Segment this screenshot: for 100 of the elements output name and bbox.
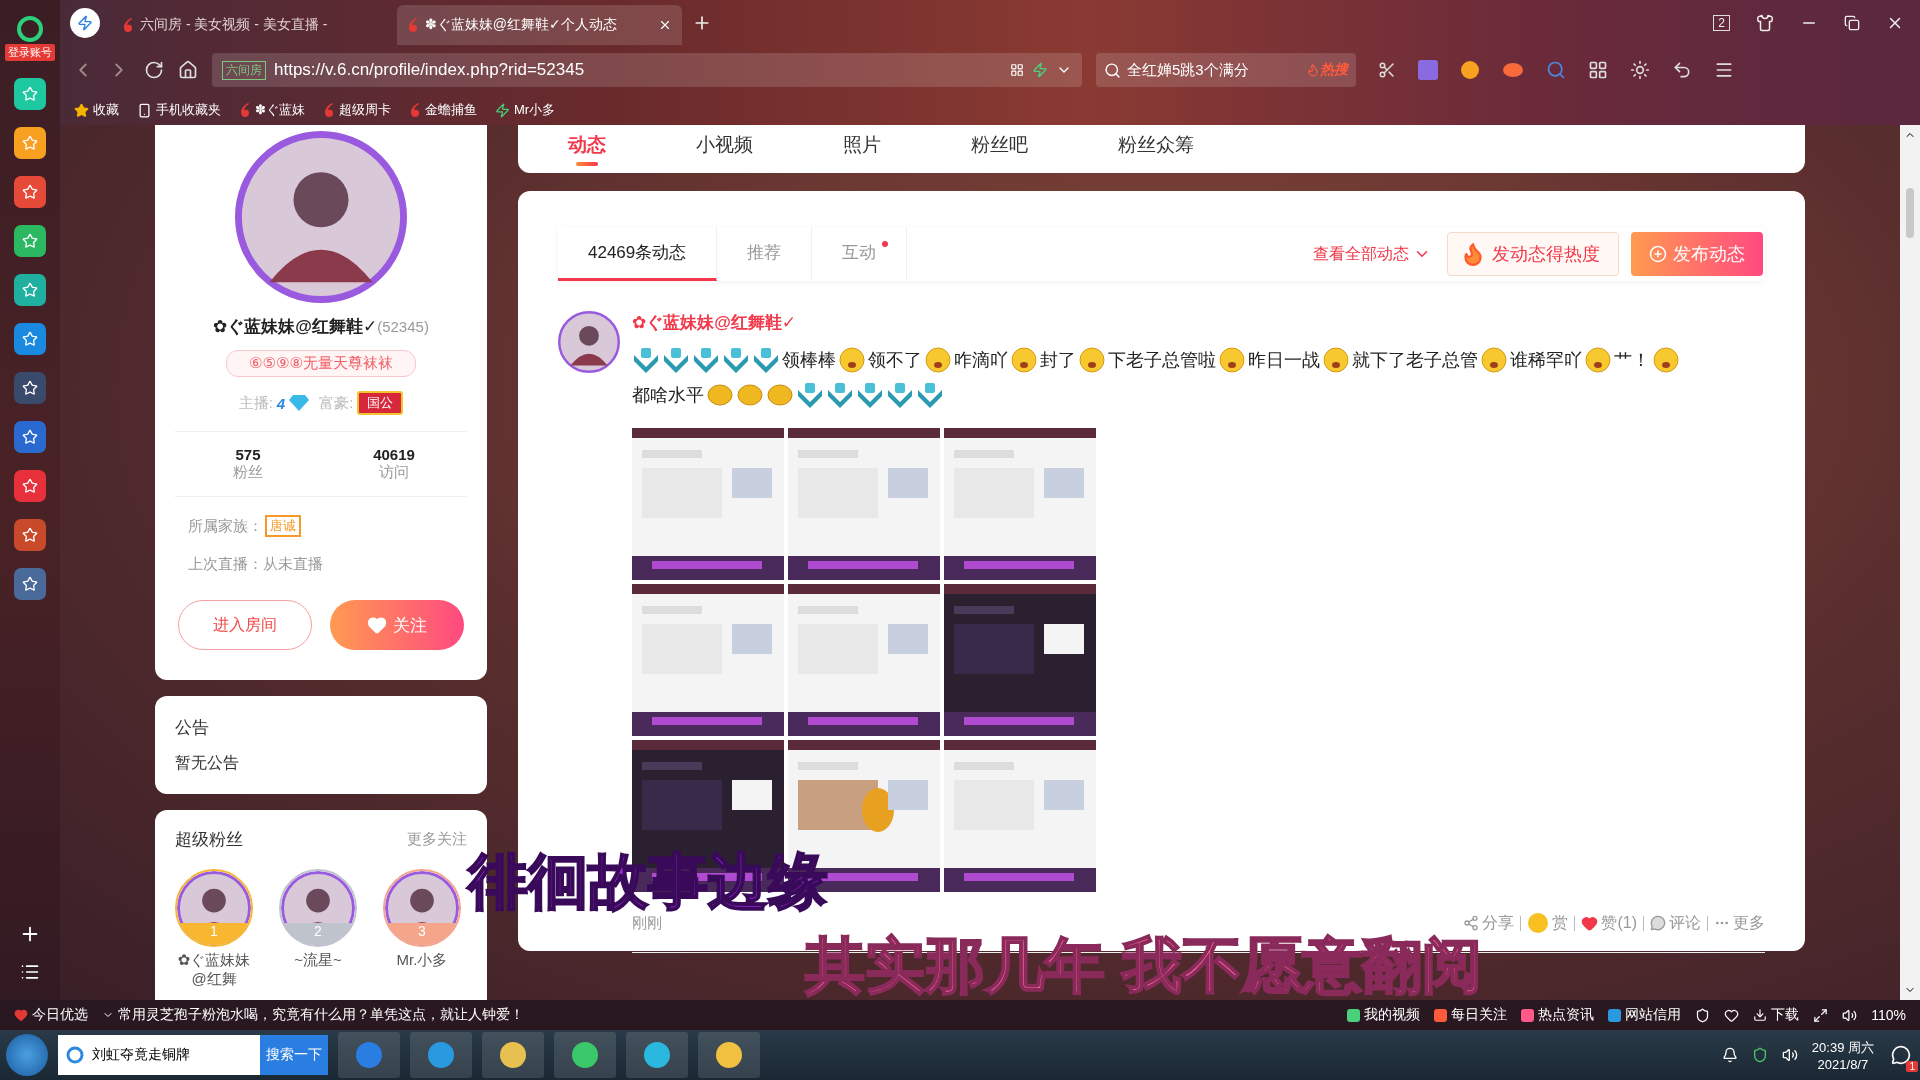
app-tile[interactable] xyxy=(14,78,46,110)
feed-tab[interactable]: 42469条动态 xyxy=(558,227,718,281)
lightning-icon[interactable] xyxy=(1032,62,1048,78)
enter-room-button[interactable]: 进入房间 xyxy=(178,600,312,650)
chevron-badge-icon xyxy=(632,347,660,373)
chevron-badge-icon xyxy=(692,347,720,373)
chevron-badge-icon xyxy=(826,382,854,408)
search-field[interactable]: 全红婵5跳3个满分 热搜 xyxy=(1096,53,1356,87)
stat-value: 40619 xyxy=(373,446,415,463)
zoom-level[interactable]: 110% xyxy=(1871,1007,1906,1023)
taskbar-app[interactable] xyxy=(410,1032,472,1078)
reload-icon[interactable] xyxy=(144,60,164,80)
view-all-link[interactable]: 查看全部动态 xyxy=(1313,243,1431,265)
notification-button[interactable]: 1 xyxy=(1888,1042,1914,1068)
plus-icon xyxy=(1649,245,1667,263)
super-fans-title: 超级粉丝 xyxy=(175,829,243,851)
search-icon[interactable] xyxy=(1546,60,1566,80)
browser-tab[interactable]: 六间房 - 美女视频 - 美女直播 - xyxy=(112,5,397,45)
app-tile[interactable] xyxy=(14,568,46,600)
star-icon xyxy=(22,184,38,200)
post-author[interactable]: ✿ぐ蓝妹妹@红舞鞋✓ xyxy=(632,311,1765,334)
app-tile[interactable] xyxy=(14,176,46,208)
status-item[interactable]: 网站信用 xyxy=(1608,1006,1682,1024)
app-tile[interactable] xyxy=(14,225,46,257)
app-tile[interactable] xyxy=(14,470,46,502)
fan-name[interactable]: ✿ぐ蓝妹妹@红舞 xyxy=(175,951,253,989)
author-avatar xyxy=(558,311,620,373)
heart-icon[interactable] xyxy=(1724,1007,1740,1023)
scroll-thumb[interactable] xyxy=(1906,187,1914,238)
app-tile[interactable] xyxy=(14,519,46,551)
close-icon[interactable] xyxy=(658,18,672,32)
status-item[interactable]: 每日关注 xyxy=(1434,1006,1508,1024)
clock[interactable]: 20:39 周六 2021/8/7 xyxy=(1811,1038,1874,1072)
restore-icon[interactable] xyxy=(1844,14,1860,31)
app-tile[interactable] xyxy=(14,323,46,355)
star-icon xyxy=(22,478,38,494)
status-item[interactable]: 我的视频 xyxy=(1347,1006,1421,1024)
bookmark[interactable]: 金蟾捕鱼 xyxy=(408,101,477,119)
undo-icon[interactable] xyxy=(1672,60,1692,80)
app-tile[interactable] xyxy=(14,127,46,159)
today-picks[interactable]: 今日优选 xyxy=(14,1006,88,1024)
fan-name[interactable]: Mr.小多 xyxy=(396,951,448,970)
star-icon xyxy=(22,576,38,592)
list-icon[interactable] xyxy=(20,962,40,982)
nav-tab[interactable]: 小视频 xyxy=(696,132,753,166)
laughing-face-icon xyxy=(1584,346,1612,374)
taskbar-app[interactable] xyxy=(554,1032,616,1078)
fullscreen-icon[interactable] xyxy=(1813,1007,1829,1023)
news-ticker[interactable]: 常用灵芝孢子粉泡水喝，究竟有什么用？单凭这点，就让人钟爱！ xyxy=(102,1006,524,1024)
notice-title: 公告 xyxy=(175,717,210,739)
bell-icon[interactable] xyxy=(1721,1047,1738,1063)
home-icon[interactable] xyxy=(178,60,198,80)
coin-icon xyxy=(1527,912,1550,934)
post-text: 艹！ xyxy=(1614,349,1650,372)
nav-tab[interactable]: 动态 xyxy=(568,132,606,166)
scissors-icon[interactable] xyxy=(1378,61,1396,79)
bookmark[interactable]: 手机收藏夹 xyxy=(137,101,221,119)
post-text: 下老子总管啦 xyxy=(1108,349,1216,372)
app-tile[interactable] xyxy=(14,372,46,404)
volume-icon[interactable] xyxy=(1842,1007,1858,1023)
chevron-badge-icon xyxy=(856,382,884,408)
six-logo-icon xyxy=(122,17,134,33)
volume-icon[interactable] xyxy=(1781,1047,1798,1063)
taskbar-app[interactable] xyxy=(698,1032,760,1078)
status-item[interactable]: 热点资讯 xyxy=(1521,1006,1595,1024)
post-text: 领棒棒 xyxy=(782,349,836,372)
address-bar[interactable]: 六间房 https://v.6.cn/profile/index.php?rid=52345 xyxy=(212,53,1082,87)
bookmark[interactable]: 收藏 xyxy=(74,101,119,119)
taskbar-app[interactable] xyxy=(626,1032,688,1078)
browser-logo-icon[interactable] xyxy=(15,16,45,42)
taskbar-app[interactable] xyxy=(338,1032,400,1078)
start-button[interactable] xyxy=(6,1034,48,1076)
bookmark[interactable]: ✽ぐ蓝妹 xyxy=(239,101,305,119)
nav-tab[interactable]: 粉丝众筹 xyxy=(1118,132,1194,166)
navigation-icon[interactable] xyxy=(70,7,100,38)
brightness-icon[interactable] xyxy=(1630,60,1650,80)
fan-name[interactable]: ~流星~ xyxy=(294,951,342,970)
app-tile[interactable] xyxy=(14,274,46,306)
bookmark[interactable]: 超级周卡 xyxy=(322,101,391,119)
nav-tab[interactable]: 照片 xyxy=(843,132,881,166)
menu-icon[interactable] xyxy=(1714,60,1734,80)
browser-tab[interactable]: ✽ぐ蓝妹妹@红舞鞋✓个人动态 xyxy=(397,5,682,45)
app-tile[interactable] xyxy=(14,421,46,453)
heat-button[interactable]: 发动态得热度 xyxy=(1447,232,1619,276)
search-button[interactable]: 搜索一下 xyxy=(260,1035,328,1075)
post-text: 都啥水平 xyxy=(632,384,704,407)
grid-icon[interactable] xyxy=(1588,60,1608,80)
qr-icon[interactable] xyxy=(1010,63,1024,77)
nav-tab[interactable]: 粉丝吧 xyxy=(971,132,1028,166)
bookmark[interactable]: Mr小多 xyxy=(494,101,556,119)
login-label[interactable]: 登录账号 xyxy=(5,44,55,61)
download-button[interactable]: 下载 xyxy=(1753,1006,1800,1024)
url-text: https://v.6.cn/profile/index.php?rid=52345 xyxy=(274,60,586,80)
scrollbar[interactable] xyxy=(1900,125,1920,1000)
skin-icon[interactable] xyxy=(1756,13,1774,32)
coin-icon[interactable] xyxy=(1460,60,1480,80)
taskbar-search[interactable]: 刘虹夺竟走铜牌 搜索一下 xyxy=(58,1035,328,1075)
title-badge: ⑥⑤⑨⑧无量天尊袜袜 xyxy=(226,350,416,377)
taskbar-app[interactable] xyxy=(482,1032,544,1078)
window-count[interactable]: 2 xyxy=(1713,14,1730,31)
